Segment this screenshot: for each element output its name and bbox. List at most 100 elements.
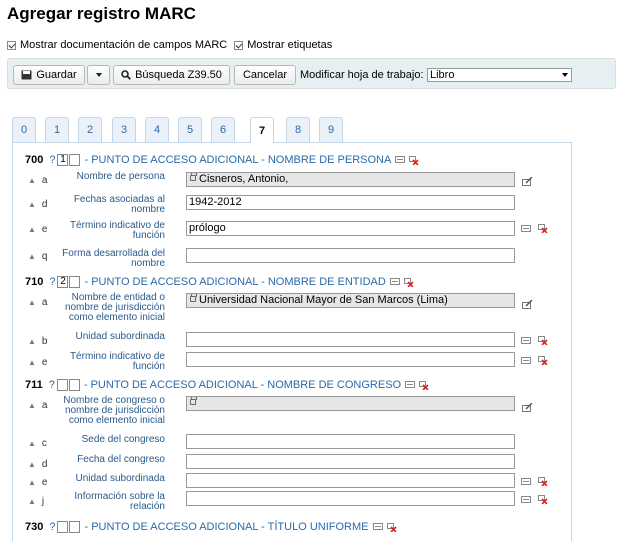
- z3950-search-button[interactable]: Búsqueda Z39.50: [113, 65, 230, 85]
- delete-subfield-icon[interactable]: [538, 495, 548, 504]
- delete-field-icon[interactable]: [409, 155, 419, 165]
- indicator-2[interactable]: [69, 521, 81, 533]
- subfield-code: ▲ d: [28, 459, 48, 470]
- indicator-1[interactable]: 1: [57, 154, 69, 166]
- delete-subfield-icon[interactable]: [538, 336, 548, 345]
- field-tag: 700: [25, 154, 44, 166]
- tab-7[interactable]: 7: [250, 117, 274, 143]
- clone-subfield-icon[interactable]: [521, 336, 531, 345]
- subfield-input[interactable]: 1942-2012: [186, 195, 515, 210]
- subfield-input[interactable]: [186, 248, 515, 263]
- save-button[interactable]: Guardar: [13, 65, 85, 85]
- subfield-actions: [521, 477, 548, 486]
- subfield-code: ▲ e: [28, 477, 48, 488]
- chevron-down-icon: [95, 73, 102, 77]
- delete-subfield-icon[interactable]: [538, 224, 548, 233]
- indicator-1[interactable]: [57, 521, 69, 533]
- collapse-arrow-icon[interactable]: ▲: [28, 337, 36, 346]
- display-options: Mostrar documentación de campos MARC Mos…: [7, 39, 332, 51]
- subfield-input[interactable]: [186, 352, 515, 367]
- delete-field-icon[interactable]: [419, 380, 429, 390]
- subfield-code: ▲ e: [28, 224, 48, 235]
- tab-5[interactable]: 5: [178, 117, 202, 142]
- collapse-arrow-icon[interactable]: ▲: [28, 252, 36, 261]
- save-options-dropdown[interactable]: [87, 65, 110, 85]
- delete-field-icon[interactable]: [403, 277, 414, 287]
- clone-subfield-icon[interactable]: [521, 477, 531, 486]
- authority-search-icon[interactable]: [522, 300, 533, 309]
- show-doc-checkbox[interactable]: [7, 40, 16, 50]
- indicator-1[interactable]: 2: [57, 276, 69, 288]
- collapse-arrow-icon[interactable]: ▲: [28, 439, 36, 448]
- subfield-actions: [521, 495, 548, 504]
- help-link[interactable]: ?: [49, 154, 55, 166]
- worksheet-select[interactable]: Libro: [427, 68, 572, 82]
- subfield-label: Unidad subordinada: [75, 473, 165, 484]
- tab-0[interactable]: 0: [12, 117, 36, 142]
- help-link[interactable]: ?: [49, 379, 55, 391]
- tab-1[interactable]: 1: [45, 117, 69, 142]
- subfield-input[interactable]: [186, 434, 515, 449]
- toolbar: Guardar Búsqueda Z39.50 Cancelar Modific…: [7, 58, 616, 89]
- field-name[interactable]: - PUNTO DE ACCESO ADICIONAL - NOMBRE DE …: [84, 276, 385, 288]
- delete-subfield-icon[interactable]: [538, 477, 548, 486]
- indicator-1[interactable]: [56, 379, 68, 391]
- clone-subfield-icon[interactable]: [521, 356, 531, 365]
- collapse-arrow-icon[interactable]: ▲: [28, 176, 36, 185]
- lock-icon: [190, 397, 197, 406]
- authority-search-icon[interactable]: [522, 177, 533, 186]
- collapse-arrow-icon[interactable]: ▲: [28, 401, 36, 410]
- show-doc-label: Mostrar documentación de campos MARC: [20, 39, 228, 51]
- collapse-arrow-icon[interactable]: ▲: [28, 225, 36, 234]
- clone-field-icon[interactable]: [372, 523, 383, 531]
- subfield-input[interactable]: Cisneros, Antonio,: [186, 172, 515, 187]
- delete-subfield-icon[interactable]: [538, 356, 548, 365]
- subfield-label: Nombre de entidad o nombre de jurisdicci…: [64, 292, 165, 323]
- collapse-arrow-icon[interactable]: ▲: [28, 497, 36, 506]
- collapse-arrow-icon[interactable]: ▲: [28, 358, 36, 367]
- subfield-input[interactable]: prólogo: [186, 221, 515, 236]
- tab-8[interactable]: 8: [286, 117, 310, 142]
- indicator-2[interactable]: [69, 154, 81, 166]
- subfield-input[interactable]: [186, 332, 515, 347]
- indicator-2[interactable]: [68, 379, 80, 391]
- collapse-arrow-icon[interactable]: ▲: [28, 460, 36, 469]
- tab-3[interactable]: 3: [112, 117, 136, 142]
- tab-4[interactable]: 4: [145, 117, 169, 142]
- subfield-input[interactable]: [186, 491, 515, 506]
- subfield-input[interactable]: [186, 454, 515, 469]
- tab-6[interactable]: 6: [211, 117, 235, 142]
- subfield-label: Término indicativo de función: [69, 351, 165, 372]
- subfield-label: Forma desarrollada del nombre: [62, 248, 165, 269]
- field-name[interactable]: - PUNTO DE ACCESO ADICIONAL - NOMBRE DE …: [84, 154, 391, 166]
- clone-field-icon[interactable]: [405, 381, 416, 389]
- field-name[interactable]: - PUNTO DE ACCESO ADICIONAL - TÍTULO UNI…: [84, 521, 368, 533]
- subfield-label: Fecha del congreso: [77, 454, 165, 465]
- subfield-input[interactable]: [186, 473, 515, 488]
- collapse-arrow-icon[interactable]: ▲: [28, 478, 36, 487]
- help-link[interactable]: ?: [49, 276, 55, 288]
- tab-9[interactable]: 9: [319, 117, 343, 142]
- clone-field-icon[interactable]: [395, 156, 406, 164]
- subfield-input[interactable]: Universidad Nacional Mayor de San Marcos…: [186, 293, 515, 308]
- subfield-input[interactable]: [186, 396, 515, 411]
- delete-field-icon[interactable]: [386, 522, 397, 532]
- indicator-2[interactable]: [69, 276, 81, 288]
- cancel-button[interactable]: Cancelar: [234, 65, 296, 85]
- clone-subfield-icon[interactable]: [521, 224, 531, 233]
- subfield-code: ▲ d: [28, 199, 48, 210]
- collapse-arrow-icon[interactable]: ▲: [28, 298, 36, 307]
- field-name[interactable]: - PUNTO DE ACCESO ADICIONAL - NOMBRE DE …: [84, 379, 401, 391]
- lock-icon: [190, 173, 197, 182]
- subfield-code: ▲ a: [28, 400, 48, 411]
- show-tags-checkbox[interactable]: [234, 40, 244, 50]
- tab-2[interactable]: 2: [78, 117, 102, 142]
- help-link[interactable]: ?: [49, 521, 55, 533]
- clone-subfield-icon[interactable]: [521, 495, 531, 504]
- subfield-label: Nombre de congreso o nombre de jurisdicc…: [63, 395, 165, 426]
- clone-field-icon[interactable]: [389, 278, 400, 286]
- field-tag: 730: [25, 521, 44, 533]
- authority-search-icon[interactable]: [522, 403, 533, 412]
- worksheet-select-value: Libro: [430, 69, 455, 81]
- collapse-arrow-icon[interactable]: ▲: [28, 200, 36, 209]
